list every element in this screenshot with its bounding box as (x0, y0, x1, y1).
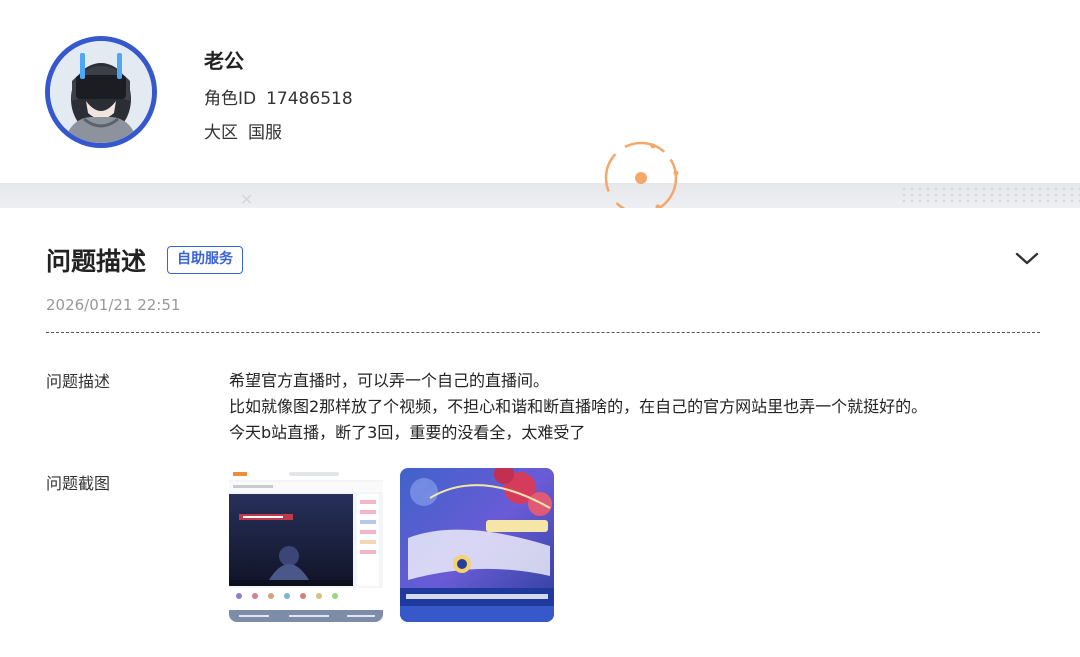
description-label: 问题描述 (46, 372, 111, 391)
band-dot-pattern (900, 186, 1080, 206)
avatar-image (50, 41, 152, 143)
role-id-value: 17486518 (266, 89, 353, 109)
screenshot-thumbnail-2[interactable] (400, 468, 554, 622)
submit-date: 2026/01/21 22:51 (46, 296, 181, 314)
screenshot-image-2 (400, 468, 554, 622)
screenshot-image-1 (229, 468, 383, 622)
region-row: 大区 国服 (204, 118, 282, 143)
chevron-down-icon[interactable] (1014, 248, 1040, 268)
profile-header: ✕ 老公 角色ID 17486518 大区 国服 (0, 0, 1080, 208)
description-text: 希望官方直播时，可以弄一个自己的直播间。 比如就像图2那样放了个视频，不担心和谐… (229, 368, 927, 446)
section-title: 问题描述 (46, 247, 147, 276)
dashed-divider (46, 332, 1040, 333)
role-id-label: 角色ID (204, 89, 257, 109)
description-line: 希望官方直播时，可以弄一个自己的直播间。 (229, 371, 550, 390)
region-value: 国服 (248, 123, 282, 143)
orbit-decoration-icon (604, 141, 679, 208)
player-name: 老公 (204, 49, 244, 73)
screenshot-label: 问题截图 (46, 474, 111, 493)
band-cross-mark: ✕ (240, 190, 254, 208)
role-id-row: 角色ID 17486518 (204, 84, 353, 109)
avatar[interactable] (45, 36, 157, 148)
screenshot-thumbnail-1[interactable] (229, 468, 383, 622)
region-label: 大区 (204, 123, 238, 143)
issue-card: 问题描述 自助服务 2026/01/21 22:51 问题描述 希望官方直播时，… (0, 208, 1080, 657)
description-line: 比如就像图2那样放了个视频，不担心和谐和断直播啥的，在自己的官方网站里也弄一个就… (229, 397, 928, 416)
description-line: 今天b站直播，断了3回，重要的没看全，太难受了 (229, 423, 586, 442)
self-service-badge: 自助服务 (167, 246, 243, 274)
